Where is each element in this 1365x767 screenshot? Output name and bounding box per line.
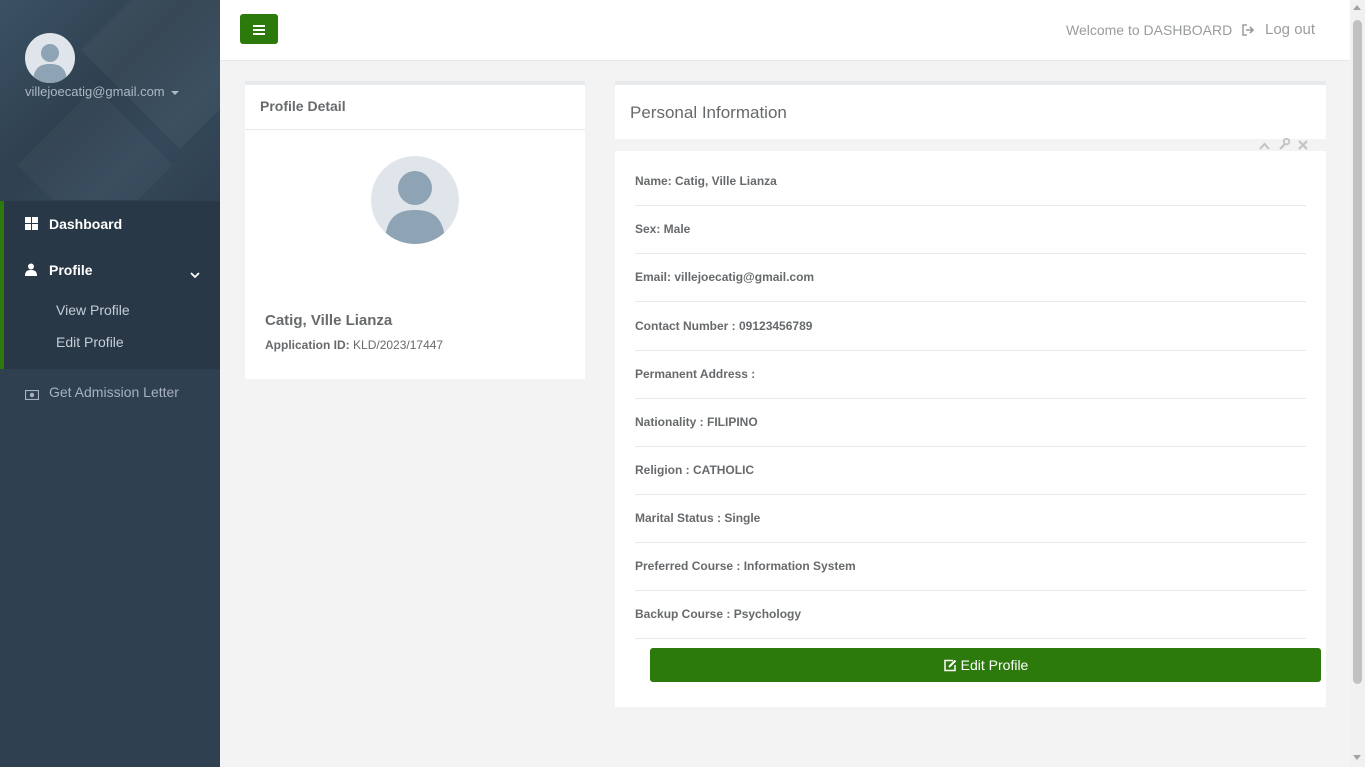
- top-navbar: Welcome to DASHBOARD Log out: [220, 0, 1350, 61]
- scrollbar-thumb[interactable]: [1353, 20, 1362, 684]
- user-email-dropdown[interactable]: villejoecatig@gmail.com: [25, 84, 179, 99]
- scroll-down-arrow-icon[interactable]: [1353, 755, 1361, 760]
- info-row-preferred-course: Preferred Course : Information System: [635, 543, 1306, 591]
- sidebar-item-dashboard[interactable]: Dashboard: [25, 216, 122, 232]
- sidebar-item-edit-profile[interactable]: Edit Profile: [56, 334, 124, 350]
- card-tools: [1259, 135, 1308, 154]
- hamburger-icon: [253, 20, 265, 39]
- user-icon: [25, 263, 39, 277]
- application-id: Application ID: KLD/2023/17447: [265, 338, 443, 352]
- info-row-religion: Religion : CATHOLIC: [635, 447, 1306, 495]
- personal-information-card: Personal Information Name: Catig, Ville …: [615, 81, 1326, 707]
- profile-name: Catig, Ville Lianza: [265, 312, 393, 329]
- sign-out-icon: [1242, 23, 1255, 36]
- edit-profile-label: Edit Profile: [960, 657, 1029, 673]
- caret-down-icon: [170, 90, 179, 95]
- sidebar-item-profile[interactable]: Profile: [25, 262, 93, 278]
- sidebar-item-label: Get Admission Letter: [49, 384, 179, 400]
- menu-toggle-button[interactable]: [240, 14, 278, 44]
- logout-label: Log out: [1265, 21, 1316, 38]
- chevron-down-icon[interactable]: [190, 264, 200, 283]
- card-tools-bar: [615, 139, 1326, 151]
- sidebar-item-label: Dashboard: [49, 216, 123, 232]
- money-icon: [24, 387, 40, 401]
- sidebar-profile-header: villejoecatig@gmail.com: [0, 0, 220, 200]
- profile-detail-card: Profile Detail Catig, Ville Lianza Appli…: [245, 81, 585, 379]
- scroll-up-arrow-icon[interactable]: [1353, 5, 1361, 10]
- edit-profile-button[interactable]: Edit Profile: [650, 648, 1321, 682]
- profile-avatar: [371, 156, 459, 244]
- sidebar-item-admission-letter[interactable]: Get Admission Letter: [24, 384, 179, 401]
- info-row-nationality: Nationality : FILIPINO: [635, 399, 1306, 447]
- info-row-contact: Contact Number : 09123456789: [635, 303, 1306, 351]
- wrench-icon[interactable]: [1278, 135, 1291, 154]
- th-large-icon: [25, 217, 39, 231]
- info-row-email: Email: villejoecatig@gmail.com: [635, 254, 1306, 302]
- logout-link[interactable]: Log out: [1242, 21, 1315, 38]
- user-email: villejoecatig@gmail.com: [25, 84, 165, 99]
- sidebar: villejoecatig@gmail.com Dashboard Profil…: [0, 0, 220, 767]
- sidebar-item-label: Profile: [49, 262, 93, 278]
- profile-detail-title: Profile Detail: [245, 85, 585, 130]
- personal-information-title: Personal Information: [630, 103, 787, 122]
- info-row-marital-status: Marital Status : Single: [635, 495, 1306, 543]
- info-row-address: Permanent Address :: [635, 351, 1306, 399]
- application-id-label: Application ID:: [265, 338, 350, 352]
- info-row-backup-course: Backup Course : Psychology: [635, 591, 1306, 639]
- chevron-up-icon[interactable]: [1259, 135, 1270, 154]
- welcome-message: Welcome to DASHBOARD: [1066, 22, 1233, 38]
- application-id-value: KLD/2023/17447: [353, 338, 444, 352]
- sidebar-item-view-profile[interactable]: View Profile: [56, 302, 130, 318]
- info-row-name: Name: Catig, Ville Lianza: [635, 158, 1306, 206]
- edit-icon: [943, 659, 957, 672]
- info-row-sex: Sex: Male: [635, 206, 1306, 254]
- avatar[interactable]: [25, 33, 75, 83]
- times-icon[interactable]: [1298, 135, 1308, 154]
